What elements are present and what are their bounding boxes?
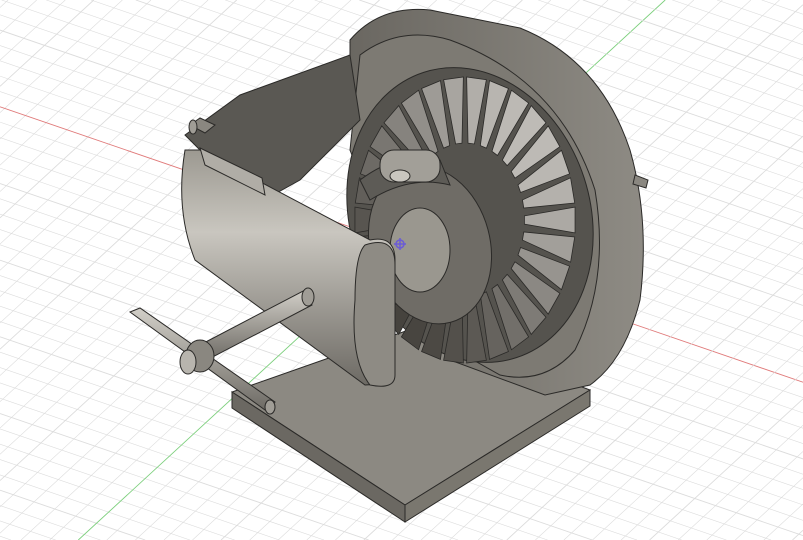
differential-gear-assembly-icon[interactable] bbox=[0, 0, 803, 540]
cad-viewport[interactable] bbox=[0, 0, 803, 540]
